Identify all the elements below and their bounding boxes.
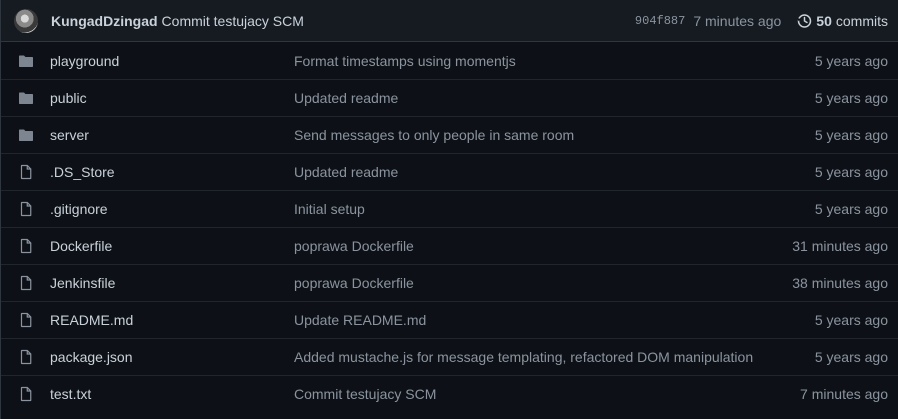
file-icon	[18, 312, 34, 328]
history-icon	[797, 13, 812, 28]
file-browser: KungadDzingad Commit testujacy SCM 904f8…	[0, 0, 898, 419]
commit-message[interactable]: Commit testujacy SCM	[162, 13, 304, 29]
file-icon	[18, 386, 34, 402]
commits-label: commits	[835, 12, 888, 29]
last-commit-message-link[interactable]: poprawa Dockerfile	[294, 238, 792, 254]
last-commit-message-link[interactable]: Updated readme	[294, 164, 815, 180]
file-name-link[interactable]: playground	[50, 53, 294, 69]
file-name-link[interactable]: package.json	[50, 349, 294, 365]
file-name-link[interactable]: .gitignore	[50, 201, 294, 217]
file-name-link[interactable]: test.txt	[50, 386, 294, 402]
file-row[interactable]: playground Format timestamps using moment…	[1, 42, 898, 79]
last-commit-age: 5 years ago	[814, 201, 888, 217]
avatar[interactable]	[14, 8, 38, 33]
file-icon	[18, 349, 34, 365]
latest-commit-bar: KungadDzingad Commit testujacy SCM 904f8…	[1, 0, 898, 42]
commit-time: 7 minutes ago	[693, 12, 782, 29]
last-commit-message-link[interactable]: Update README.md	[294, 312, 815, 328]
last-commit-age: 5 years ago	[814, 52, 888, 69]
folder-icon	[18, 127, 34, 143]
last-commit-message-link[interactable]: Send messages to only people in same roo…	[294, 127, 815, 143]
file-row[interactable]: test.txt Commit testujacy SCM 7 minutes ag…	[1, 375, 898, 412]
last-commit-message-link[interactable]: Initial setup	[294, 201, 815, 217]
file-icon	[18, 275, 34, 291]
last-commit-age: 5 years ago	[814, 312, 888, 328]
commit-author[interactable]: KungadDzingad	[51, 13, 158, 29]
last-commit-age: 5 years ago	[814, 127, 888, 143]
file-row[interactable]: .DS_Store Updated readme 5 years ago	[1, 153, 898, 190]
file-name-link[interactable]: .DS_Store	[50, 164, 294, 180]
last-commit-age: 38 minutes ago	[792, 275, 888, 291]
file-row[interactable]: Jenkinsfile poprawa Dockerfile 38 minutes …	[1, 264, 898, 301]
file-list: playground Format timestamps using moment…	[1, 42, 898, 412]
file-icon	[18, 238, 34, 254]
file-name-link[interactable]: Dockerfile	[50, 238, 294, 254]
file-row[interactable]: public Updated readme 5 years ago	[1, 79, 898, 116]
file-row[interactable]: .gitignore Initial setup 5 years ago	[1, 190, 898, 227]
file-row[interactable]: package.json Added mustache.js for messag…	[1, 338, 898, 375]
commit-count: 50	[816, 12, 832, 29]
commit-history-link[interactable]: 50 commits	[796, 13, 888, 29]
file-icon	[18, 164, 34, 180]
last-commit-age: 7 minutes ago	[800, 386, 888, 402]
commit-sha[interactable]: 904f887	[635, 14, 685, 28]
last-commit-message-link[interactable]: Format timestamps using momentjs	[294, 53, 815, 69]
file-name-link[interactable]: README.md	[50, 312, 294, 328]
file-row[interactable]: README.md Update README.md 5 years ago	[1, 301, 898, 338]
last-commit-message-link[interactable]: Updated readme	[294, 90, 815, 106]
last-commit-message-link[interactable]: Added mustache.js for message templating…	[294, 349, 815, 365]
file-name-link[interactable]: Jenkinsfile	[50, 275, 294, 291]
folder-icon	[18, 53, 34, 69]
file-row[interactable]: Dockerfile poprawa Dockerfile 31 minutes a…	[1, 227, 898, 264]
last-commit-age: 5 years ago	[814, 90, 888, 106]
file-icon	[18, 201, 34, 217]
last-commit-message-link[interactable]: poprawa Dockerfile	[294, 275, 792, 291]
file-row[interactable]: server Send messages to only people in sa…	[1, 116, 898, 153]
last-commit-message-link[interactable]: Commit testujacy SCM	[294, 386, 800, 402]
file-name-link[interactable]: server	[50, 127, 294, 143]
last-commit-age: 31 minutes ago	[792, 238, 888, 254]
folder-icon	[18, 90, 34, 106]
last-commit-age: 5 years ago	[814, 349, 888, 365]
last-commit-age: 5 years ago	[814, 164, 888, 180]
file-name-link[interactable]: public	[50, 90, 294, 106]
